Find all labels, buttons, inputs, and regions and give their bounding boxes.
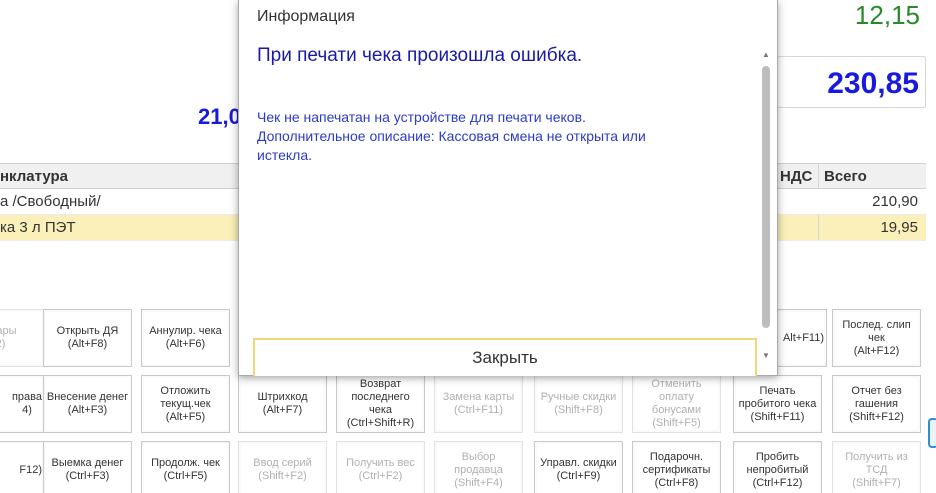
button-replace-card[interactable]: Замена карты (Ctrl+F11) (434, 375, 523, 433)
row-total: 210,90 (872, 193, 918, 210)
information-dialog: Информация При печати чека произошла оши… (238, 0, 778, 376)
button-open-cash-drawer[interactable]: Открыть ДЯ (Alt+F8) (43, 309, 132, 367)
dialog-headline: При печати чека произошла ошибка. (257, 45, 583, 66)
button-barcode[interactable]: Штрихкод (Alt+F7) (238, 375, 327, 433)
discount-amount: 21,0 (198, 104, 241, 129)
row-name: ка 3 л ПЭТ (0, 219, 76, 236)
header-total[interactable]: Всего (824, 168, 867, 185)
scroll-up-icon[interactable]: ▲ (762, 50, 770, 59)
close-button[interactable]: Закрыть (253, 338, 757, 376)
dialog-scrollbar[interactable]: ▲ ▼ (761, 50, 771, 360)
button-get-weight[interactable]: Получить вес (Ctrl+F2) (336, 441, 425, 493)
row-total: 19,95 (880, 219, 918, 236)
button-print-receipt[interactable]: Печать пробитого чека (Shift+F11) (733, 375, 822, 433)
dialog-title: Информация (257, 8, 355, 25)
button-get-from-tsd[interactable]: Получить из ТСД (Shift+F7) (832, 441, 921, 493)
button-manual-discounts[interactable]: Ручные скидки (Shift+F8) (534, 375, 623, 433)
button-x-report[interactable]: Отчет без гашения (Shift+F12) (832, 375, 921, 433)
button-resume-receipt[interactable]: Продолж. чек (Ctrl+F5) (141, 441, 230, 493)
change-amount: 12,15 (854, 0, 920, 30)
scroll-thumb[interactable] (762, 66, 770, 328)
button-cancel-receipt[interactable]: Аннулир. чека (Alt+F6) (141, 309, 230, 367)
button-gift-certificates[interactable]: Подарочн. сертификаты (Ctrl+F8) (632, 441, 721, 493)
button-cancel-bonus-payment[interactable]: Отменить оплату бонусами (Shift+F5) (632, 375, 721, 433)
button-postpone-receipt[interactable]: Отложить текущ.чек (Alt+F5) (141, 375, 230, 433)
button-enter-serials[interactable]: Ввод серий (Shift+F2) (238, 441, 327, 493)
header-vat[interactable]: НДС (780, 168, 812, 185)
button-punch-unpunched[interactable]: Пробить непробитый (Ctrl+F12) (733, 441, 822, 493)
total-box: 230,85 (776, 56, 926, 108)
row-name: а /Свободный/ (0, 193, 101, 210)
button-cash-in[interactable]: Внесение денег (Alt+F3) (43, 375, 132, 433)
button-f12[interactable]: F12) (0, 441, 45, 493)
total-amount: 230,85 (827, 67, 919, 100)
button-select-seller[interactable]: Выбор продавца (Shift+F4) (434, 441, 523, 493)
button-return-last-receipt[interactable]: Возврат последнего чека (Ctrl+Shift+R) (336, 375, 425, 433)
side-panel-icon[interactable] (928, 418, 936, 448)
button-last-slip[interactable]: Послед. слип чек (Alt+F12) (832, 309, 921, 367)
button-cash-out[interactable]: Выемка денег (Ctrl+F3) (43, 441, 132, 493)
dialog-message: Чек не напечатан на устройстве для печат… (257, 109, 646, 163)
scroll-down-icon[interactable]: ▼ (762, 351, 770, 360)
button-manage-discounts[interactable]: Управл. скидки (Ctrl+F9) (534, 441, 623, 493)
header-nomenclature[interactable]: нклатура (0, 168, 68, 185)
button-rights[interactable]: права 4) (0, 375, 45, 433)
button-products[interactable]: овары 2) (0, 309, 45, 367)
